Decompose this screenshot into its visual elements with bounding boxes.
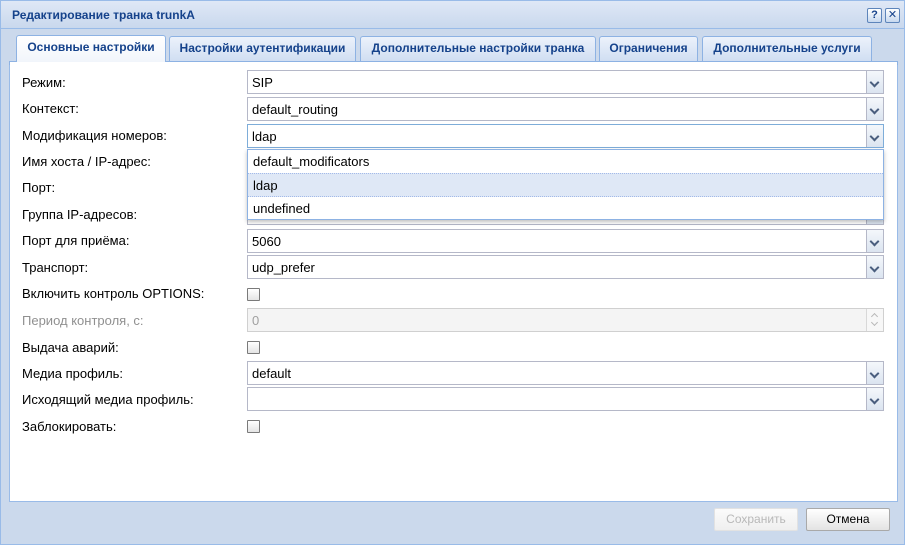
out-media-profile-label: Исходящий медиа профиль: — [22, 392, 194, 407]
rx-port-select[interactable]: 5060 — [247, 229, 884, 253]
mode-value: SIP — [252, 75, 273, 90]
transport-select[interactable]: udp_prefer — [247, 255, 884, 279]
number-mod-label: Модификация номеров: — [22, 128, 167, 143]
tab-extra-services[interactable]: Дополнительные услуги — [702, 36, 872, 61]
block-checkbox[interactable] — [247, 420, 260, 433]
media-profile-label: Медиа профиль: — [22, 366, 124, 381]
chevron-down-icon[interactable] — [866, 256, 883, 278]
dropdown-option-selected[interactable]: ldap — [248, 173, 883, 197]
control-period-value: 0 — [252, 313, 260, 328]
dropdown-option[interactable]: default_modificators — [248, 150, 883, 174]
options-control-checkbox[interactable] — [247, 288, 260, 301]
transport-value: udp_prefer — [252, 260, 315, 275]
tab-bar: Основные настройки Настройки аутентифика… — [9, 29, 898, 63]
save-button[interactable]: Сохранить — [714, 508, 798, 531]
window-title: Редактирование транка trunkA — [12, 8, 195, 22]
tab-restrictions[interactable]: Ограничения — [599, 36, 698, 61]
context-value: default_routing — [252, 102, 339, 117]
spinner-arrows-icon — [866, 309, 883, 331]
number-mod-dropdown-list: default_modificators ldap undefined — [247, 149, 884, 220]
help-icon[interactable]: ? — [867, 8, 882, 23]
control-period-label: Период контроля, с: — [22, 313, 144, 328]
block-label: Заблокировать: — [22, 419, 117, 434]
out-media-profile-select[interactable] — [247, 387, 884, 411]
window-titlebar[interactable]: Редактирование транка trunkA ? ✕ — [1, 1, 904, 29]
dropdown-option[interactable]: undefined — [248, 197, 883, 221]
port-label: Порт: — [22, 180, 56, 195]
mode-select[interactable]: SIP — [247, 70, 884, 94]
tab-auth-settings[interactable]: Настройки аутентификации — [169, 36, 356, 61]
transport-label: Транспорт: — [22, 260, 89, 275]
context-select[interactable]: default_routing — [247, 97, 884, 121]
tab-main-settings[interactable]: Основные настройки — [16, 35, 166, 62]
media-profile-value: default — [252, 366, 292, 381]
chevron-down-icon[interactable] — [866, 125, 883, 147]
close-icon[interactable]: ✕ — [885, 8, 900, 23]
chevron-down-icon[interactable] — [866, 98, 883, 120]
options-control-label: Включить контроль OPTIONS: — [22, 286, 205, 301]
main-settings-panel: Режим: SIP Контекст: default_routing Мод… — [9, 65, 898, 502]
mode-label: Режим: — [22, 75, 66, 90]
host-label: Имя хоста / IP-адрес: — [22, 154, 151, 169]
tab-extra-trunk-settings[interactable]: Дополнительные настройки транка — [360, 36, 596, 61]
context-label: Контекст: — [22, 101, 79, 116]
rx-port-label: Порт для приёма: — [22, 233, 130, 248]
control-period-input: 0 — [247, 308, 884, 332]
alarms-checkbox[interactable] — [247, 341, 260, 354]
ip-group-label: Группа IP-адресов: — [22, 207, 138, 222]
chevron-down-icon[interactable] — [866, 362, 883, 384]
number-mod-value: ldap — [252, 129, 277, 144]
spinner-down-icon — [870, 318, 879, 327]
media-profile-select[interactable]: default — [247, 361, 884, 385]
alarms-label: Выдача аварий: — [22, 340, 119, 355]
chevron-down-icon[interactable] — [866, 71, 883, 93]
number-mod-select[interactable]: ldap — [247, 124, 884, 148]
chevron-down-icon[interactable] — [866, 230, 883, 252]
rx-port-value: 5060 — [252, 234, 281, 249]
trunk-edit-window: Редактирование транка trunkA ? ✕ Основны… — [0, 0, 905, 545]
cancel-button[interactable]: Отмена — [806, 508, 890, 531]
chevron-down-icon[interactable] — [866, 388, 883, 410]
